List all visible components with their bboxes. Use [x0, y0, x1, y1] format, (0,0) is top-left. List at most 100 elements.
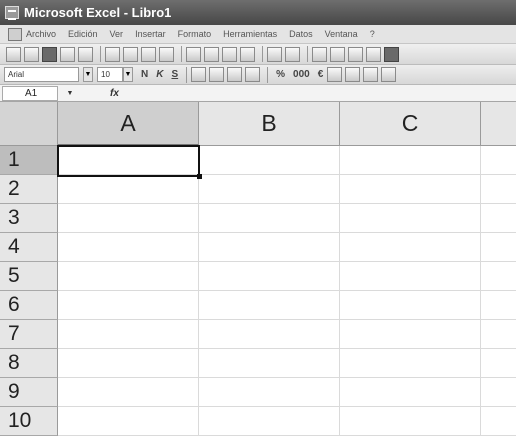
merge-center-icon[interactable] [245, 67, 261, 82]
menu-ver[interactable]: Ver [110, 29, 124, 39]
cell[interactable] [340, 233, 481, 262]
formula-input[interactable] [125, 86, 516, 101]
cell[interactable] [481, 175, 516, 204]
autosum-icon[interactable] [330, 46, 345, 62]
column-header-c[interactable]: C [340, 102, 481, 146]
row-header-8[interactable]: 8 [0, 349, 58, 378]
cell[interactable] [340, 349, 481, 378]
menu-datos[interactable]: Datos [289, 29, 313, 39]
cell[interactable] [199, 407, 340, 436]
row-header-6[interactable]: 6 [0, 291, 58, 320]
cell[interactable] [58, 262, 199, 291]
research-icon[interactable] [159, 46, 174, 62]
menu-insertar[interactable]: Insertar [135, 29, 166, 39]
decrease-decimal-icon[interactable] [345, 67, 361, 82]
cell[interactable] [481, 233, 516, 262]
copy-icon[interactable] [204, 46, 219, 62]
menu-herramientas[interactable]: Herramientas [223, 29, 277, 39]
print-preview-icon[interactable] [123, 46, 138, 62]
open-icon[interactable] [24, 46, 39, 62]
align-center-icon[interactable] [209, 67, 225, 82]
cell[interactable] [481, 146, 516, 175]
column-header-partial[interactable] [481, 102, 516, 146]
cut-icon[interactable] [186, 46, 201, 62]
chart-wizard-icon[interactable] [384, 46, 399, 62]
cell[interactable] [58, 349, 199, 378]
menu-help[interactable]: ? [370, 29, 375, 39]
cell[interactable] [199, 291, 340, 320]
increase-indent-icon[interactable] [381, 67, 397, 82]
currency-style-button[interactable]: € [318, 69, 324, 80]
excel-app-icon[interactable] [5, 6, 19, 20]
bold-button[interactable]: N [141, 69, 148, 80]
name-box[interactable]: A1 [2, 85, 58, 101]
permission-icon[interactable] [60, 46, 75, 62]
cell[interactable] [58, 407, 199, 436]
cell[interactable] [340, 146, 481, 175]
decrease-indent-icon[interactable] [363, 67, 379, 82]
cell[interactable] [481, 349, 516, 378]
spelling-icon[interactable] [141, 46, 156, 62]
percent-style-button[interactable]: % [276, 69, 285, 80]
sort-descending-icon[interactable] [366, 46, 381, 62]
format-painter-icon[interactable] [240, 46, 255, 62]
cell[interactable] [199, 175, 340, 204]
cell[interactable] [340, 175, 481, 204]
cell[interactable] [340, 407, 481, 436]
cell[interactable] [199, 233, 340, 262]
cell[interactable] [199, 320, 340, 349]
sort-ascending-icon[interactable] [348, 46, 363, 62]
row-header-7[interactable]: 7 [0, 320, 58, 349]
cell[interactable] [340, 262, 481, 291]
row-header-4[interactable]: 4 [0, 233, 58, 262]
email-icon[interactable] [78, 46, 93, 62]
underline-button[interactable]: S [171, 69, 178, 80]
cell[interactable] [340, 204, 481, 233]
column-header-a[interactable]: A [58, 102, 199, 146]
menu-ventana[interactable]: Ventana [325, 29, 358, 39]
undo-icon[interactable] [267, 46, 282, 62]
paste-icon[interactable] [222, 46, 237, 62]
menu-edicion[interactable]: Edición [68, 29, 98, 39]
cell[interactable] [481, 378, 516, 407]
row-header-2[interactable]: 2 [0, 175, 58, 204]
cell[interactable] [481, 291, 516, 320]
cell[interactable] [58, 233, 199, 262]
row-header-5[interactable]: 5 [0, 262, 58, 291]
cell[interactable] [481, 320, 516, 349]
menu-formato[interactable]: Formato [178, 29, 212, 39]
font-dropdown-icon[interactable]: ▼ [83, 67, 93, 82]
row-header-9[interactable]: 9 [0, 378, 58, 407]
print-icon[interactable] [105, 46, 120, 62]
cell[interactable] [58, 320, 199, 349]
cell[interactable] [58, 146, 199, 175]
cell[interactable] [340, 378, 481, 407]
column-header-b[interactable]: B [199, 102, 340, 146]
cell[interactable] [481, 262, 516, 291]
cell[interactable] [58, 204, 199, 233]
cell[interactable] [199, 262, 340, 291]
row-header-10[interactable]: 10 [0, 407, 58, 436]
font-size-dropdown-icon[interactable]: ▼ [123, 67, 133, 82]
cell[interactable] [199, 378, 340, 407]
cell[interactable] [340, 291, 481, 320]
redo-icon[interactable] [285, 46, 300, 62]
align-left-icon[interactable] [191, 67, 207, 82]
select-all-corner[interactable] [0, 102, 58, 146]
insert-function-icon[interactable]: fx [110, 88, 119, 99]
cell[interactable] [58, 378, 199, 407]
cell[interactable] [199, 204, 340, 233]
increase-decimal-icon[interactable] [327, 67, 343, 82]
align-right-icon[interactable] [227, 67, 243, 82]
cell[interactable] [58, 291, 199, 320]
font-name-box[interactable]: Arial [4, 67, 79, 82]
save-icon[interactable] [42, 46, 57, 62]
new-icon[interactable] [6, 46, 21, 62]
cell[interactable] [199, 146, 340, 175]
workbook-icon[interactable] [8, 27, 22, 41]
hyperlink-icon[interactable] [312, 46, 327, 62]
menu-archivo[interactable]: Archivo [26, 29, 56, 39]
cell[interactable] [340, 320, 481, 349]
row-header-3[interactable]: 3 [0, 204, 58, 233]
font-size-box[interactable]: 10 [97, 67, 123, 82]
